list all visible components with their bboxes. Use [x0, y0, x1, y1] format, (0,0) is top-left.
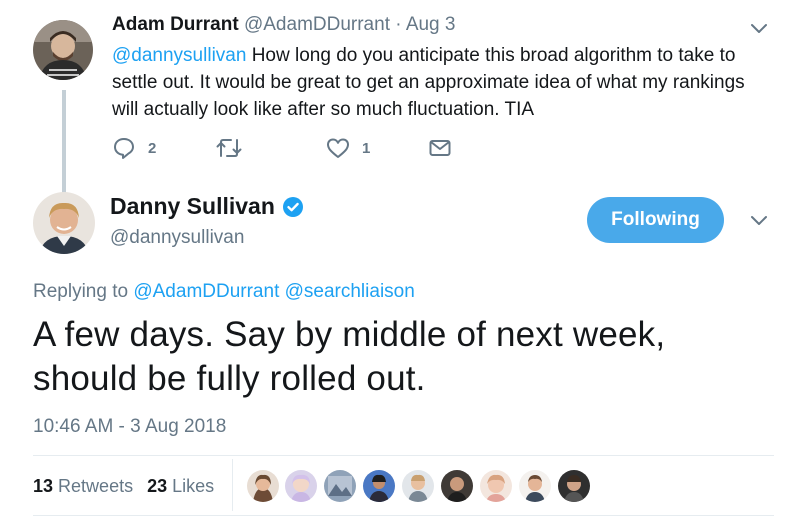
parent-tweet-date[interactable]: Aug 3 [406, 14, 456, 35]
divider [33, 515, 774, 516]
following-button[interactable]: Following [587, 197, 724, 243]
parent-author-name[interactable]: Adam Durrant [112, 14, 239, 35]
reply-button[interactable]: 2 [112, 136, 156, 160]
tweet-stats: 13 Retweets 23 Likes [33, 476, 214, 497]
liker-avatar[interactable] [519, 470, 551, 502]
reply-count: 2 [148, 139, 157, 157]
replying-to-line: Replying to @AdamDDurrant @searchliaison [33, 281, 415, 303]
retweet-icon [216, 136, 242, 160]
likes-count: 23 [147, 476, 168, 496]
liker-avatar[interactable] [324, 470, 356, 502]
header-separator: · [395, 14, 402, 35]
retweet-button[interactable] [216, 136, 242, 160]
tweet-timestamp[interactable]: 10:46 AM - 3 Aug 2018 [33, 416, 226, 438]
retweets-stat[interactable]: 13 Retweets [33, 476, 133, 496]
divider [33, 455, 774, 456]
chevron-down-icon[interactable] [749, 214, 769, 228]
liker-avatar[interactable] [480, 470, 512, 502]
chevron-down-icon[interactable] [749, 22, 769, 36]
main-author-name-row: Danny Sullivan [110, 193, 304, 220]
parent-author-handle[interactable]: @AdamDDurrant [244, 14, 390, 35]
main-tweet-text: A few days. Say by middle of next week, … [33, 315, 666, 398]
parent-tweet-text: @dannysullivan How long do you anticipat… [112, 42, 772, 123]
avatar-adam-durrant[interactable] [33, 20, 93, 80]
likes-label: Likes [172, 476, 215, 496]
retweets-count: 13 [33, 476, 54, 496]
avatar-danny-sullivan[interactable] [33, 192, 95, 254]
verified-badge-icon [282, 196, 304, 218]
like-button[interactable]: 1 [326, 136, 370, 160]
tweet-actions: 2 1 [112, 136, 472, 166]
like-count: 1 [362, 139, 371, 157]
mention-link[interactable]: @dannysullivan [112, 45, 246, 66]
message-icon [428, 136, 452, 160]
replying-prefix: Replying to [33, 281, 129, 302]
liker-avatar[interactable] [441, 470, 473, 502]
direct-message-button[interactable] [428, 136, 452, 160]
main-author-name[interactable]: Danny Sullivan [110, 193, 275, 220]
liker-avatar[interactable] [402, 470, 434, 502]
stats-divider [232, 459, 233, 511]
replying-users-links[interactable]: @AdamDDurrant @searchliaison [133, 281, 414, 302]
liker-avatar[interactable] [363, 470, 395, 502]
like-icon [326, 136, 350, 160]
parent-tweet-header: Adam Durrant @AdamDDurrant · Aug 3 [112, 14, 455, 36]
likes-stat[interactable]: 23 Likes [147, 476, 214, 496]
liker-avatar[interactable] [285, 470, 317, 502]
liker-avatar[interactable] [247, 470, 279, 502]
main-author-handle[interactable]: @dannysullivan [110, 227, 244, 249]
reply-icon [112, 136, 136, 160]
liker-avatar[interactable] [558, 470, 590, 502]
thread-connector-line [62, 90, 66, 198]
retweets-label: Retweets [58, 476, 134, 496]
